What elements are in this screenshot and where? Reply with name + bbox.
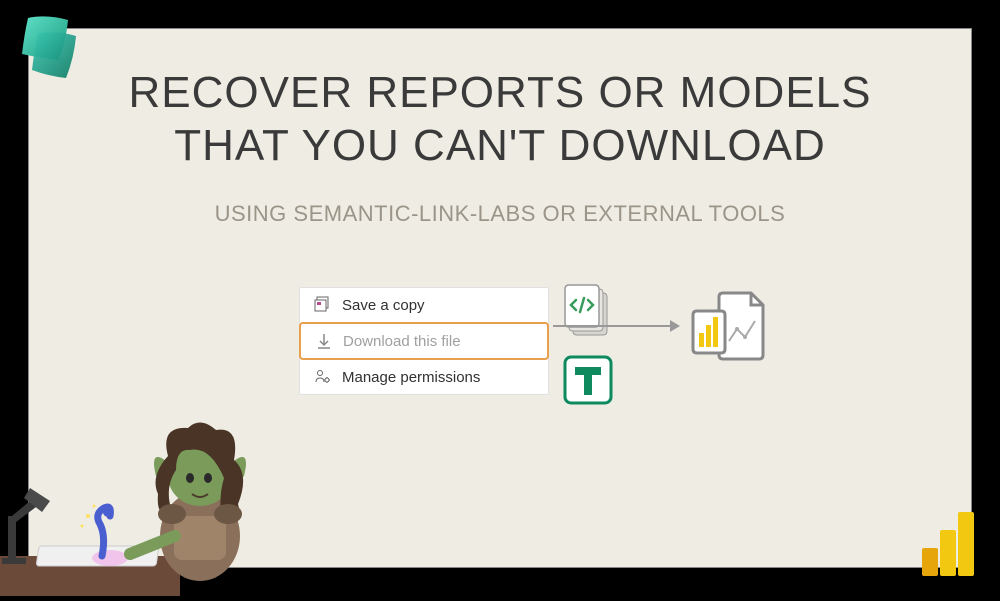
tool-t-icon [563, 355, 613, 405]
menu-label-save: Save a copy [342, 297, 425, 314]
goblin-character-illustration [0, 396, 300, 596]
code-file-stack-icon [563, 283, 617, 339]
arrow-icon [553, 325, 678, 327]
menu-label-download: Download this file [343, 333, 461, 350]
menu-label-permissions: Manage permissions [342, 369, 480, 386]
save-copy-icon [314, 296, 332, 314]
powerbi-logo-icon [920, 508, 978, 578]
menu-item-download[interactable]: Download this file [299, 322, 549, 360]
download-icon [315, 332, 333, 350]
context-menu: Save a copy Download this file [299, 287, 549, 395]
menu-item-save-copy[interactable]: Save a copy [300, 288, 548, 322]
title-text-line2: THAT YOU CAN'T DOWNLOAD [174, 121, 826, 170]
permissions-icon [314, 368, 332, 386]
slide-title: RECOVER REPORTS OR MODELS THAT YOU CAN'T… [29, 67, 971, 173]
slide-subtitle: USING SEMANTIC-LINK-LABS OR EXTERNAL TOO… [29, 201, 971, 227]
fabric-logo-icon [10, 10, 92, 92]
menu-item-permissions[interactable]: Manage permissions [300, 360, 548, 394]
title-text-line1: RECOVER REPORTS OR MODELS [129, 68, 872, 117]
report-file-icon [689, 287, 771, 369]
